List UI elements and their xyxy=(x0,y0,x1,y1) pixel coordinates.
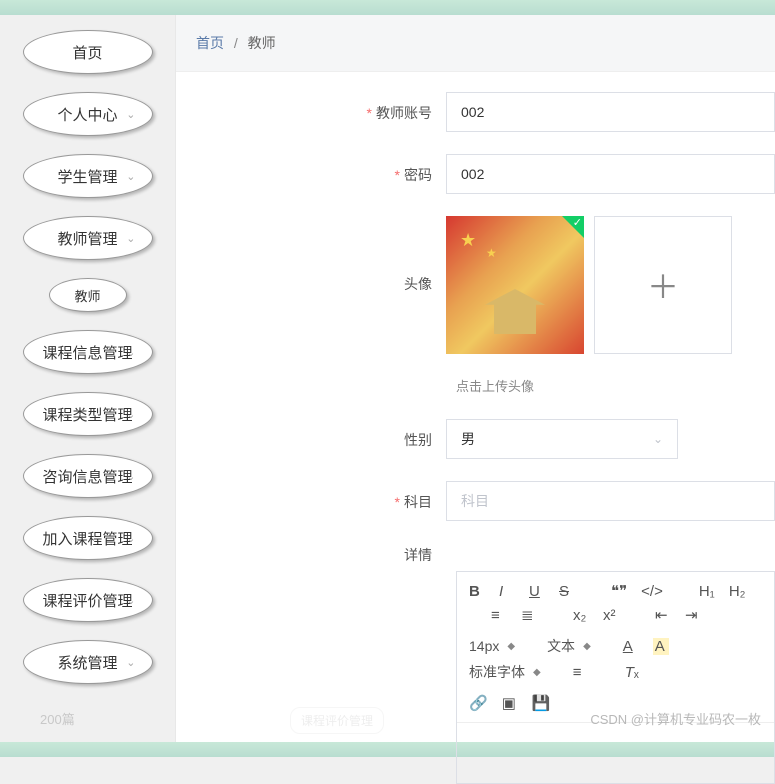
nav-join-course-mgmt[interactable]: 加入课程管理 ⌄ xyxy=(23,516,153,560)
editor-toolbar: B I U S ❝❞ </> H₁ H₂ ≡ ≣ x₂ x² xyxy=(457,572,774,723)
avatar-upload-tip: 点击上传头像 xyxy=(456,376,775,395)
nav-label: 加入课程管理 xyxy=(42,528,132,549)
subject-label: *科目 xyxy=(176,490,446,512)
nav-teacher-mgmt[interactable]: 教师管理 ⌄ xyxy=(23,216,153,260)
dropdown-icon: ◆ xyxy=(507,641,515,652)
nav-consult-info-mgmt[interactable]: 咨询信息管理 ⌄ xyxy=(23,454,153,498)
chevron-down-icon: ⌄ xyxy=(126,170,135,183)
main-content: 首页 / 教师 *教师账号 *密码 头像 xyxy=(175,15,775,742)
quote-icon[interactable]: ❝❞ xyxy=(611,582,627,600)
detail-label: 详情 xyxy=(176,543,446,565)
nav-label: 教师管理 xyxy=(57,228,117,249)
nav-label: 系统管理 xyxy=(57,652,117,673)
link-icon[interactable]: 🔗 xyxy=(469,694,488,712)
nav-teacher-sub[interactable]: 教师 xyxy=(49,278,127,312)
italic-icon[interactable]: I xyxy=(499,583,515,600)
breadcrumb-home[interactable]: 首页 xyxy=(196,35,224,51)
teacher-form: *教师账号 *密码 头像 ★ ★ xyxy=(176,72,775,784)
chevron-down-icon: ⌄ xyxy=(126,108,135,121)
subscript-icon[interactable]: x₂ xyxy=(573,607,589,624)
code-icon[interactable]: </> xyxy=(641,583,663,600)
chevron-down-icon: ⌄ xyxy=(126,532,135,545)
editor-content[interactable] xyxy=(457,723,774,783)
sidebar: 首页 个人中心 ⌄ 学生管理 ⌄ 教师管理 ⌄ 教师 课程信息管理 ⌄ 课程类型… xyxy=(0,0,175,742)
unordered-list-icon[interactable]: ≣ xyxy=(521,606,537,624)
nav-label: 个人中心 xyxy=(57,104,117,125)
bg-color-icon[interactable]: A xyxy=(653,638,669,655)
gender-value: 男 xyxy=(461,429,475,449)
breadcrumb-sep: / xyxy=(234,35,238,51)
breadcrumb: 首页 / 教师 xyxy=(176,15,775,72)
footer-tag: 课程评价管理 xyxy=(290,707,384,734)
nav-personal-center[interactable]: 个人中心 ⌄ xyxy=(23,92,153,136)
underline-icon[interactable]: U xyxy=(529,583,545,600)
breadcrumb-current: 教师 xyxy=(248,35,276,51)
nav-label: 咨询信息管理 xyxy=(42,466,132,487)
chevron-down-icon: ⌄ xyxy=(653,432,663,446)
nav-student-mgmt[interactable]: 学生管理 ⌄ xyxy=(23,154,153,198)
teacher-account-label: *教师账号 xyxy=(176,101,446,123)
chevron-down-icon: ⌄ xyxy=(126,594,135,607)
align-icon[interactable]: ≡ xyxy=(573,664,589,681)
rich-editor: B I U S ❝❞ </> H₁ H₂ ≡ ≣ x₂ x² xyxy=(456,571,775,784)
h2-icon[interactable]: H₂ xyxy=(729,583,746,600)
font-color-icon[interactable]: A xyxy=(623,638,639,655)
font-size-select[interactable]: 14px ◆ xyxy=(469,638,515,654)
nav-sub-label: 教师 xyxy=(74,286,100,305)
nav-label: 学生管理 xyxy=(57,166,117,187)
teacher-account-input[interactable] xyxy=(446,92,775,132)
superscript-icon[interactable]: x² xyxy=(603,607,619,624)
strike-icon[interactable]: S xyxy=(559,583,575,600)
nav-label: 首页 xyxy=(72,42,102,63)
nav-label: 课程类型管理 xyxy=(42,404,132,425)
gender-label: 性别 xyxy=(176,428,446,450)
dropdown-icon: ◆ xyxy=(583,641,591,652)
password-input[interactable] xyxy=(446,154,775,194)
avatar-label: 头像 xyxy=(176,216,446,294)
watermark: CSDN @计算机专业码农一枚 xyxy=(590,709,761,728)
indent-icon[interactable]: ⇥ xyxy=(685,606,701,624)
nav-course-info-mgmt[interactable]: 课程信息管理 ⌄ xyxy=(23,330,153,374)
chevron-down-icon: ⌄ xyxy=(126,346,135,359)
subject-input[interactable] xyxy=(446,481,775,521)
avatar-upload-button[interactable]: ＋ xyxy=(594,216,732,354)
nav-course-type-mgmt[interactable]: 课程类型管理 ⌄ xyxy=(23,392,153,436)
h1-icon[interactable]: H₁ xyxy=(699,583,715,600)
nav-home[interactable]: 首页 xyxy=(23,30,153,74)
outdent-icon[interactable]: ⇤ xyxy=(655,606,671,624)
password-label: *密码 xyxy=(176,163,446,185)
chevron-down-icon: ⌄ xyxy=(126,232,135,245)
bold-icon[interactable]: B xyxy=(469,583,485,600)
avatar-thumbnail[interactable]: ★ ★ xyxy=(446,216,584,354)
nav-course-review-mgmt[interactable]: 课程评价管理 ⌄ xyxy=(23,578,153,622)
nav-label: 课程信息管理 xyxy=(42,342,132,363)
plus-icon: ＋ xyxy=(647,262,679,308)
chevron-down-icon: ⌄ xyxy=(126,408,135,421)
gender-select[interactable]: 男 ⌄ xyxy=(446,419,678,459)
nav-system-mgmt[interactable]: 系统管理 ⌄ xyxy=(23,640,153,684)
footer-count: 200篇 xyxy=(40,709,75,728)
check-icon xyxy=(562,216,584,238)
font-family-select[interactable]: 标准字体 ◆ xyxy=(469,662,541,682)
image-icon[interactable]: ▣ xyxy=(502,694,518,712)
chevron-down-icon: ⌄ xyxy=(126,470,135,483)
chevron-down-icon: ⌄ xyxy=(126,656,135,669)
dropdown-icon: ◆ xyxy=(533,667,541,678)
save-icon[interactable]: 💾 xyxy=(532,694,551,712)
clear-format-icon[interactable]: Tₓ xyxy=(625,664,641,681)
nav-label: 课程评价管理 xyxy=(42,590,132,611)
text-type-select[interactable]: 文本 ◆ xyxy=(547,636,591,656)
ordered-list-icon[interactable]: ≡ xyxy=(491,607,507,624)
